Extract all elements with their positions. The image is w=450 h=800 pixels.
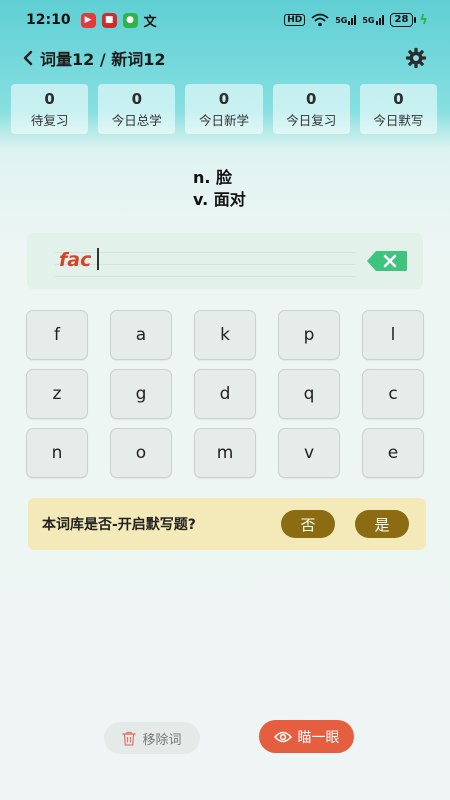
video-app-icon: ▶ [80,12,96,28]
yes-button[interactable]: 是 [355,510,409,538]
stat-today-new: 0 今日新学 [185,84,263,134]
key-row: n o m v e [26,428,426,478]
back-icon[interactable] [18,48,38,68]
page-title: 词量12 / 新词12 [40,50,166,69]
definition-verb: v. 面对 [193,190,246,209]
hd-badge: HD [284,14,306,26]
no-button[interactable]: 否 [281,510,335,538]
stat-label: 今日默写 [373,112,424,128]
remove-word-button[interactable]: 移除词 [104,722,200,754]
stat-value: 0 [131,89,143,108]
stat-today-dictation: 0 今日默写 [359,84,438,134]
key-g[interactable]: g [110,369,172,419]
key-z[interactable]: z [26,369,88,419]
stat-label: 今日总学 [111,112,162,128]
typed-word: fac [59,249,92,271]
key-d[interactable]: d [194,369,256,419]
key-a[interactable]: a [110,310,172,360]
status-time: 12:10 [26,12,71,28]
peek-button[interactable]: 瞄一眼 [259,720,354,753]
prompt-text: 本词库是否-开启默写题? [42,517,196,533]
status-app-icons: ▶ ■ ● 文 [80,11,157,30]
word-definition: n. 脸 v. 面对 [193,167,246,211]
stat-value: 0 [305,89,317,108]
backspace-icon [367,251,407,271]
key-o[interactable]: o [110,428,172,478]
text-caret [97,248,99,270]
backspace-button[interactable] [366,250,408,272]
stat-label: 今日新学 [199,112,250,128]
gear-icon[interactable] [404,46,428,70]
key-row: z g d q c [26,369,426,419]
news-app-icon: ■ [101,12,117,28]
definition-noun: n. 脸 [193,168,233,187]
status-indicators: HD 5G 5G 28 ϟ [284,13,428,28]
trash-icon [122,731,137,746]
key-n[interactable]: n [26,428,88,478]
stat-pending-review: 0 待复习 [11,84,89,134]
key-c[interactable]: c [362,369,424,419]
stat-value: 0 [44,89,55,108]
spelling-input[interactable]: fac [27,233,423,289]
key-q[interactable]: q [278,369,340,419]
key-v[interactable]: v [278,428,340,478]
translate-icon: 文 [143,14,157,30]
letter-keyboard: f a k p l z g d q c n o m v e [26,310,426,487]
dictation-prompt: 本词库是否-开启默写题? 否 是 [28,498,426,550]
stat-value: 0 [218,89,230,108]
stat-label: 今日复习 [286,112,337,128]
stat-label: 待复习 [30,112,69,128]
key-f[interactable]: f [26,310,88,360]
stat-today-total: 0 今日总学 [98,84,176,134]
peek-label: 瞄一眼 [297,729,340,746]
stats-row: 0 待复习 0 今日总学 0 今日新学 0 今日复习 0 今日默写 [11,84,438,134]
key-m[interactable]: m [194,428,256,478]
nav-bar: 词量12 / 新词12 [0,40,450,76]
charging-icon: ϟ [419,12,428,28]
battery-indicator: 28 [389,13,417,27]
stat-value: 0 [393,89,404,108]
eye-icon [273,731,292,742]
status-bar: 12:10 ▶ ■ ● 文 HD 5G 5G 28 ϟ [0,0,450,40]
wifi-icon [311,13,329,27]
input-guide-lines [55,241,355,281]
signal-icon-1: 5G [335,15,357,25]
key-row: f a k p l [26,310,426,360]
stat-today-review: 0 今日复习 [272,84,350,134]
key-e[interactable]: e [362,428,424,478]
key-l[interactable]: l [362,310,424,360]
key-p[interactable]: p [278,310,340,360]
remove-word-label: 移除词 [142,732,182,748]
signal-icon-2: 5G [362,15,384,25]
key-k[interactable]: k [194,310,256,360]
chat-app-icon: ● [122,12,138,28]
